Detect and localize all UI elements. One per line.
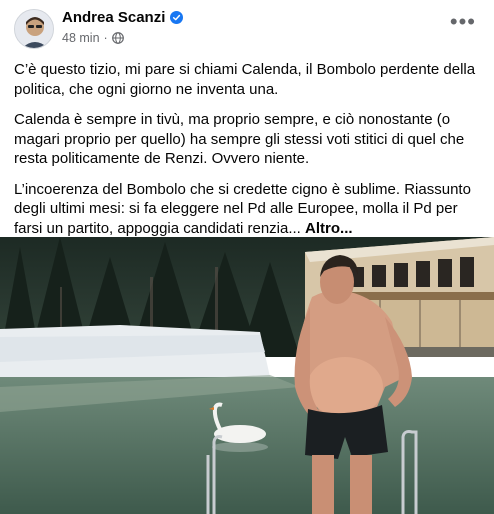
post-paragraph-1: C’è questo tizio, mi pare si chiami Cale… <box>14 61 476 98</box>
post-paragraph-3-text: L’incoerenza del Bombolo che si credette… <box>14 180 471 237</box>
post-time[interactable]: 48 min <box>62 31 100 45</box>
more-options-icon[interactable]: ••• <box>450 11 476 33</box>
post-header: Andrea Scanzi 48 min · ••• <box>0 0 494 52</box>
globe-icon[interactable] <box>111 32 124 44</box>
post-photo[interactable] <box>0 237 494 514</box>
author-row: Andrea Scanzi <box>62 9 184 26</box>
post-paragraph-3: L’incoerenza del Bombolo che si credette… <box>14 180 480 239</box>
meta-separator: · <box>103 31 108 45</box>
author-name[interactable]: Andrea Scanzi <box>62 9 165 26</box>
post-text: C’è questo tizio, mi pare si chiami Cale… <box>14 60 480 249</box>
avatar-image <box>15 10 53 48</box>
verified-badge-icon <box>170 11 184 24</box>
author-avatar[interactable] <box>14 9 54 49</box>
post-meta: 48 min · <box>62 31 124 45</box>
post-paragraph-2: Calenda è sempre in tivù, ma proprio sem… <box>14 111 465 167</box>
see-more-link[interactable]: Altro... <box>305 220 353 237</box>
